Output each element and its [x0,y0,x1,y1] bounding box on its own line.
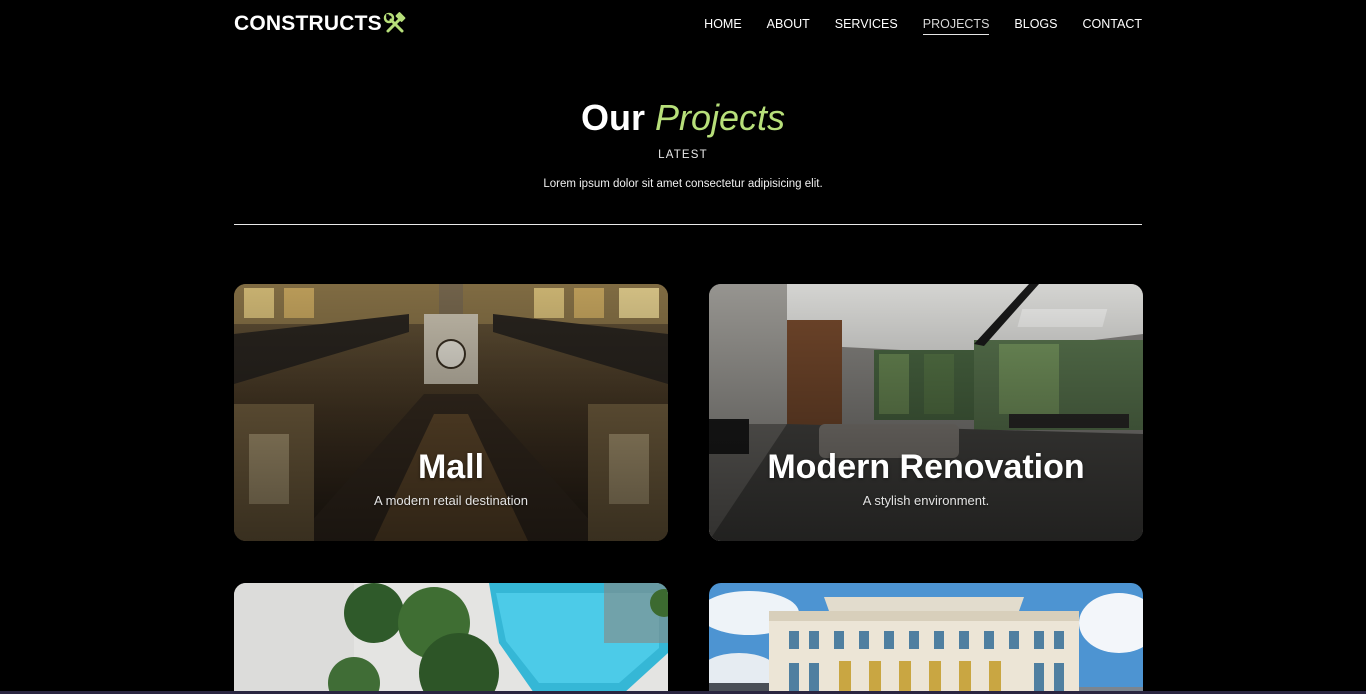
page-title-strong: Our [580,97,645,138]
project-title: Mall [417,448,485,486]
nav-services[interactable]: SERVICES [835,16,898,35]
project-card-mall[interactable]: Mall A modern retail destination [234,284,668,541]
nav-projects[interactable]: PROJECTS [922,16,990,35]
nav-blogs[interactable]: BLOGS [1014,16,1057,35]
project-subtitle: A stylish environment. [862,493,990,508]
page-title: Our Projects [0,96,1366,140]
site-header: CONSTRUCTS HOME ABOUT SERVICES PROJECTS … [234,0,1142,48]
project-image-pool [234,583,668,694]
nav-about[interactable]: ABOUT [767,16,810,35]
project-card-building[interactable] [709,583,1143,694]
project-title: Modern Renovation [767,448,1085,486]
brand-name: CONSTRUCTS [234,12,382,35]
project-card-modern-renovation[interactable]: Modern Renovation A stylish environment. [709,284,1143,541]
section-description: Lorem ipsum dolor sit amet consectetur a… [543,178,823,190]
project-image-building [709,583,1143,694]
project-subtitle: A modern retail destination [374,493,528,508]
main-nav: HOME ABOUT SERVICES PROJECTS BLOGS CONTA… [679,16,1142,35]
page-title-accent: Projects [654,97,786,138]
section-divider [234,224,1142,225]
section-kicker: LATEST [658,149,708,161]
page: CONSTRUCTS HOME ABOUT SERVICES PROJECTS … [0,0,1366,694]
logo-link[interactable]: CONSTRUCTS [234,11,407,37]
nav-home[interactable]: HOME [704,16,742,35]
nav-contact[interactable]: CONTACT [1083,16,1143,35]
crossed-hammer-wrench-icon [383,12,407,36]
project-card-pool[interactable] [234,583,668,694]
